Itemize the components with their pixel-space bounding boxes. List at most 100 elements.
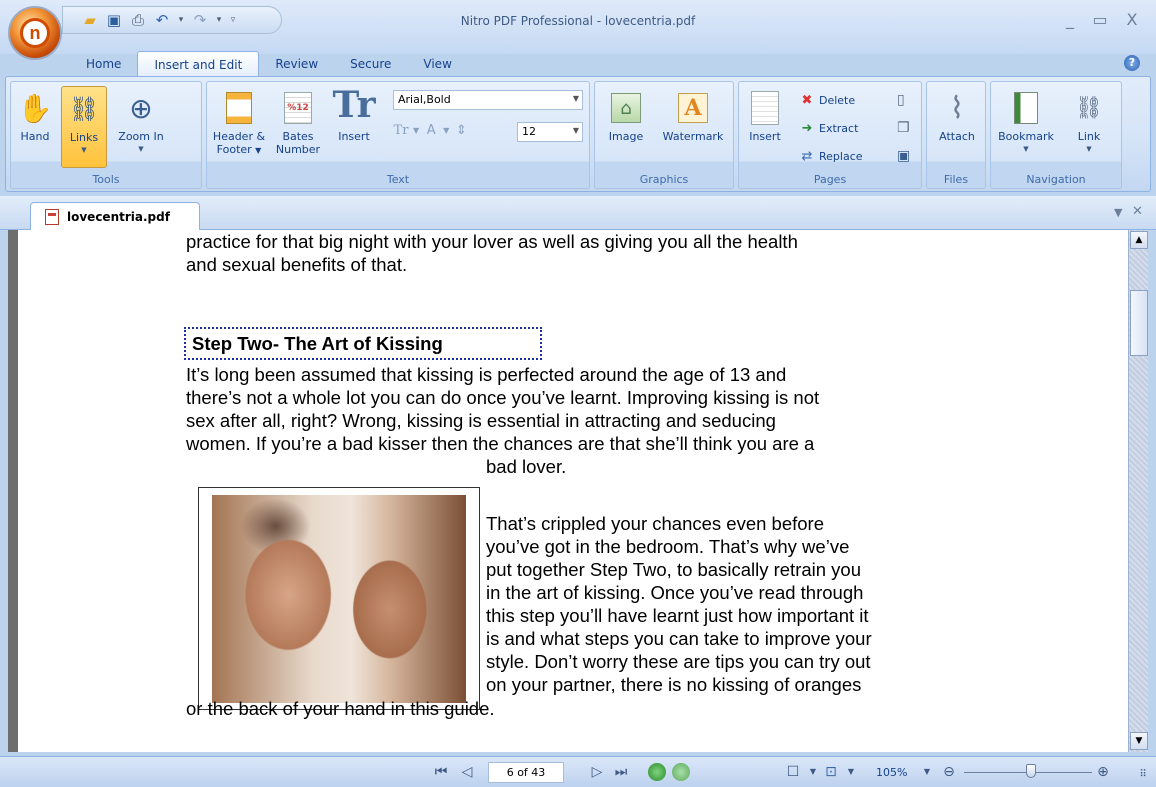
tab-secure[interactable]: Secure <box>334 51 407 76</box>
links-button[interactable]: ⛓ Links ▼ <box>61 86 107 168</box>
group-tools: ✋ Hand ⛓ Links ▼ ⊕ Zoom In ▼ Tools <box>10 81 202 189</box>
chevron-down-icon[interactable]: ▼ <box>918 767 936 776</box>
text-line: practice for that big night with your lo… <box>186 231 798 252</box>
chevron-down-icon[interactable]: ▼ <box>413 126 419 135</box>
maximize-button[interactable]: ▭ <box>1086 10 1114 29</box>
image-label: Image <box>608 130 644 143</box>
tab-insert-and-edit[interactable]: Insert and Edit <box>137 51 260 76</box>
header-footer-button[interactable]: Header & Footer ▼ <box>209 90 269 157</box>
line-spacing-icon[interactable]: ⇕ <box>453 122 469 138</box>
scrollbar-thumb[interactable] <box>1130 290 1148 356</box>
link-label: Link <box>1077 130 1101 143</box>
close-button[interactable]: X <box>1118 10 1146 29</box>
header-footer-label-2: Footer <box>216 143 252 156</box>
font-size-select[interactable]: 12 ▼ <box>517 122 583 142</box>
attach-button[interactable]: ⌇ Attach <box>931 90 983 143</box>
bates-number-button[interactable]: %12 Bates Number <box>273 90 323 156</box>
text-size-icon[interactable]: Tr <box>393 122 409 138</box>
link-button[interactable]: ⛓ Link ▼ <box>1067 90 1111 156</box>
links-label: Links <box>69 131 99 144</box>
text-line: or the back of your hand in this guide. <box>186 698 495 719</box>
group-pages: Insert ✖ Delete ➜ Extract ⇄ Replace ▯ ❐ … <box>738 81 922 189</box>
insert-page-icon <box>747 90 783 126</box>
page-number-input[interactable]: 6 of 43 <box>488 762 564 783</box>
previous-page-icon[interactable]: ◁ <box>458 764 476 780</box>
app-menu-button[interactable]: n <box>8 6 62 60</box>
document-tab[interactable]: lovecentria.pdf <box>30 202 200 230</box>
bates-label-1: Bates <box>282 130 314 143</box>
help-icon[interactable]: ? <box>1124 55 1140 71</box>
watermark-button[interactable]: A Watermark <box>655 90 731 143</box>
zoom-in-button[interactable]: ⊕ Zoom In ▼ <box>113 90 169 156</box>
scroll-up-icon[interactable]: ▲ <box>1130 231 1148 249</box>
image-button[interactable]: ⌂ Image <box>601 90 651 143</box>
text-line: women. If you’re a bad kisser then the c… <box>186 433 815 454</box>
forward-view-icon[interactable] <box>672 763 690 781</box>
replace-page-button[interactable]: ⇄ Replace <box>799 148 863 164</box>
next-page-icon[interactable]: ▷ <box>588 764 606 780</box>
font-name-value: Arial,Bold <box>398 93 451 106</box>
font-name-select[interactable]: Arial,Bold ▼ <box>393 90 583 110</box>
resize-grip-icon[interactable]: ⠿ <box>1134 769 1152 780</box>
group-files: ⌇ Attach Files <box>926 81 986 189</box>
extract-page-button[interactable]: ➜ Extract <box>799 120 859 136</box>
tab-review[interactable]: Review <box>259 51 334 76</box>
text-format-row: Tr ▼ A ▼ ⇕ <box>393 122 469 138</box>
attach-label: Attach <box>939 130 975 143</box>
close-tab-icon[interactable]: ✕ <box>1132 204 1143 219</box>
bookmark-button[interactable]: Bookmark ▼ <box>993 90 1059 156</box>
hand-button[interactable]: ✋ Hand <box>15 90 55 143</box>
tab-home[interactable]: Home <box>70 51 137 76</box>
last-page-icon[interactable]: ⏭ <box>612 764 630 780</box>
chevron-down-icon[interactable]: ▼ <box>804 767 822 776</box>
zoom-slider-handle[interactable] <box>1026 764 1036 778</box>
chevron-down-icon[interactable]: ▼ <box>842 767 860 776</box>
kissing-photo <box>212 495 466 703</box>
tab-list-dropdown-icon[interactable]: ▼ <box>1114 206 1122 219</box>
chevron-down-icon[interactable]: ▼ <box>443 126 449 135</box>
text-line: in the art of kissing. Once you’ve read … <box>486 582 864 603</box>
extract-icon: ➜ <box>801 120 813 136</box>
font-color-icon[interactable]: A <box>423 122 439 138</box>
text-tool-icon: Tr <box>332 83 376 126</box>
insert-text-label: Insert <box>338 130 370 143</box>
group-label-pages: Pages <box>813 173 847 186</box>
rotate-page-icon[interactable]: ▯ <box>897 92 905 108</box>
insert-text-button[interactable]: Tr Insert <box>329 83 379 144</box>
first-page-icon[interactable]: ⏮ <box>432 764 450 780</box>
watermark-icon: A <box>675 90 711 126</box>
fit-width-icon[interactable]: ⊡ <box>822 764 840 780</box>
text-line: is and what steps you can take to improv… <box>486 628 872 649</box>
chevron-down-icon: ▼ <box>1023 145 1029 153</box>
bates-number-icon: %12 <box>280 90 316 126</box>
insert-page-label: Insert <box>749 130 781 143</box>
chevron-down-icon: ▼ <box>572 126 579 135</box>
zoom-in-icon: ⊕ <box>129 91 153 125</box>
minimize-button[interactable]: _ <box>1056 10 1084 29</box>
duplicate-page-icon[interactable]: ❐ <box>897 120 910 136</box>
zoom-in-icon[interactable]: ⊕ <box>1094 764 1112 780</box>
selected-heading-link[interactable]: Step Two- The Art of Kissing <box>184 327 542 360</box>
text-line: put together Step Two, to basically retr… <box>486 559 862 580</box>
link-icon: ⛓ <box>1075 95 1103 121</box>
back-view-icon[interactable] <box>648 763 666 781</box>
single-page-view-icon[interactable]: ☐ <box>784 764 802 780</box>
insert-page-button[interactable]: Insert <box>743 90 787 143</box>
vertical-scrollbar[interactable]: ▲ ▼ <box>1128 230 1148 752</box>
scroll-down-icon[interactable]: ▼ <box>1130 732 1148 750</box>
tab-view[interactable]: View <box>407 51 467 76</box>
crop-page-icon[interactable]: ▣ <box>897 148 910 164</box>
text-line: It’s long been assumed that kissing is p… <box>186 364 787 385</box>
hand-icon: ✋ <box>17 91 53 125</box>
header-footer-icon <box>221 90 257 126</box>
bookmark-label: Bookmark <box>998 130 1054 143</box>
document-viewport[interactable]: practice for that big night with your lo… <box>8 230 1128 752</box>
chevron-down-icon: ▼ <box>138 145 144 153</box>
delete-page-button[interactable]: ✖ Delete <box>799 92 856 108</box>
watermark-label: Watermark <box>662 130 724 143</box>
font-size-value: 12 <box>522 125 536 138</box>
replace-label: Replace <box>819 149 863 163</box>
zoom-level[interactable]: 105% <box>876 766 907 779</box>
zoom-out-icon[interactable]: ⊖ <box>940 764 958 780</box>
chevron-down-icon: ▼ <box>255 146 262 155</box>
